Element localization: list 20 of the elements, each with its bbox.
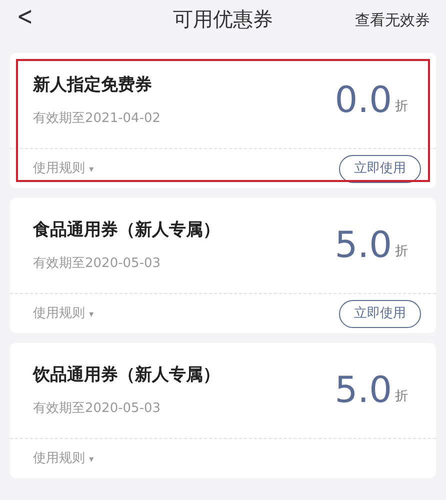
coupon-name: 食品通用券（新人专属） bbox=[33, 219, 221, 242]
page-title: 可用优惠券 bbox=[173, 6, 273, 33]
coupon-name: 饮品通用券（新人专属） bbox=[33, 364, 221, 387]
back-button[interactable]: < bbox=[16, 2, 34, 32]
usage-rules-toggle[interactable]: 使用规则 ▾ bbox=[33, 304, 94, 324]
discount-value: 5.0 bbox=[334, 370, 392, 410]
validity-date: 有效期至2020-05-03 bbox=[33, 400, 162, 418]
discount-value: 0.0 bbox=[334, 80, 392, 120]
discount-unit: 折 bbox=[395, 243, 408, 261]
validity-date: 有效期至2020-05-03 bbox=[33, 254, 162, 272]
validity-date: 有效期至2021-04-02 bbox=[33, 110, 162, 128]
discount-value: 5.0 bbox=[334, 226, 392, 266]
use-now-button[interactable]: 立即使用 bbox=[339, 300, 421, 328]
usage-rules-toggle[interactable]: 使用规则 ▾ bbox=[33, 158, 94, 178]
usage-rules-toggle[interactable]: 使用规则 ▾ bbox=[33, 448, 94, 468]
coupon-name: 新人指定免费券 bbox=[33, 74, 153, 97]
invalid-coupons-link[interactable]: 查看无效券 bbox=[355, 9, 430, 32]
use-now-button[interactable]: 立即使用 bbox=[339, 154, 421, 182]
discount-unit: 折 bbox=[395, 388, 408, 406]
discount-unit: 折 bbox=[395, 98, 408, 116]
